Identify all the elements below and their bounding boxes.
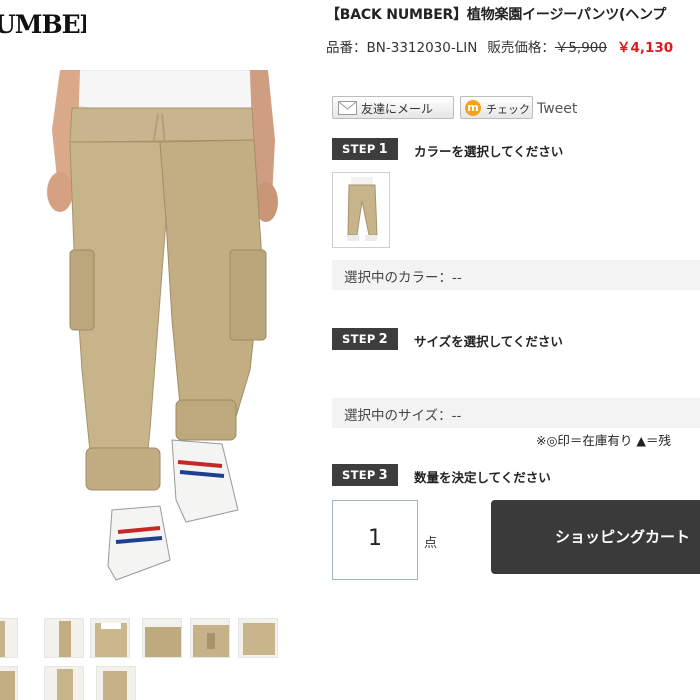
thumbnail-6[interactable] [238, 618, 278, 658]
thumbnail-2[interactable] [44, 618, 84, 658]
product-title: 【BACK NUMBER】植物楽園イージーパンツ(ヘンプ [326, 7, 667, 23]
tweet-link[interactable]: Tweet [537, 101, 577, 117]
sale-price: ￥4,130 [616, 40, 674, 56]
selected-size-text: 選択中のサイズ：-- [344, 408, 462, 424]
mixi-check-button[interactable]: m チェック [460, 96, 533, 119]
selected-size-row: 選択中のサイズ：-- [332, 398, 700, 428]
stock-legend: ※◎印＝在庫有り ▲＝残 [536, 433, 671, 448]
thumbnail-strip [0, 612, 300, 700]
step-badge: STEP 1 [332, 138, 398, 160]
step-3-header: STEP 3 数量を決定してください [332, 464, 698, 488]
email-friend-button[interactable]: 友達にメール [332, 96, 454, 119]
step-1-text: カラーを選択してください [414, 144, 564, 159]
thumbnail-4[interactable] [142, 618, 182, 658]
color-option-beige[interactable] [332, 172, 390, 248]
selected-color-row: 選択中のカラー：-- [332, 260, 700, 290]
brand-logo-text: UMBER [0, 10, 86, 39]
step-2-text: サイズを選択してください [414, 334, 563, 349]
original-price: ￥5,900 [554, 40, 607, 56]
thumbnail-9[interactable] [96, 666, 136, 700]
quantity-unit: 点 [424, 536, 438, 551]
thumbnail-1[interactable] [0, 618, 18, 658]
step-2-header: STEP 2 サイズを選択してください [332, 328, 698, 352]
thumbnail-3[interactable] [90, 618, 130, 658]
mixi-check-label: チェック [486, 103, 530, 116]
product-code-label: 品番： [326, 40, 367, 56]
add-to-cart-button[interactable]: ショッピングカート [491, 500, 700, 574]
envelope-icon [338, 101, 357, 115]
product-code: BN-3312030-LIN [366, 40, 478, 56]
brand-logo[interactable]: UMBER® [0, 10, 86, 54]
selected-color-text: 選択中のカラー：-- [344, 270, 462, 286]
main-product-photo[interactable] [0, 70, 300, 600]
quantity-input[interactable]: 1 [332, 500, 418, 580]
thumbnail-8[interactable] [44, 666, 84, 700]
social-share-bar: 友達にメール m チェック Tweet [332, 96, 692, 120]
step-1-header: STEP 1 カラーを選択してください [332, 138, 698, 162]
price-label: 販売価格： [487, 40, 555, 56]
email-friend-label: 友達にメール [361, 102, 434, 116]
step-3-text: 数量を決定してください [414, 470, 551, 485]
mixi-check-icon: m [465, 100, 481, 116]
step-badge: STEP 3 [332, 464, 398, 486]
thumbnail-5[interactable] [190, 618, 230, 658]
step-badge: STEP 2 [332, 328, 398, 350]
thumbnail-7[interactable] [0, 666, 18, 700]
product-meta: 品番：BN-3312030-LIN 販売価格：￥5,900 ￥4,130 [326, 36, 700, 56]
